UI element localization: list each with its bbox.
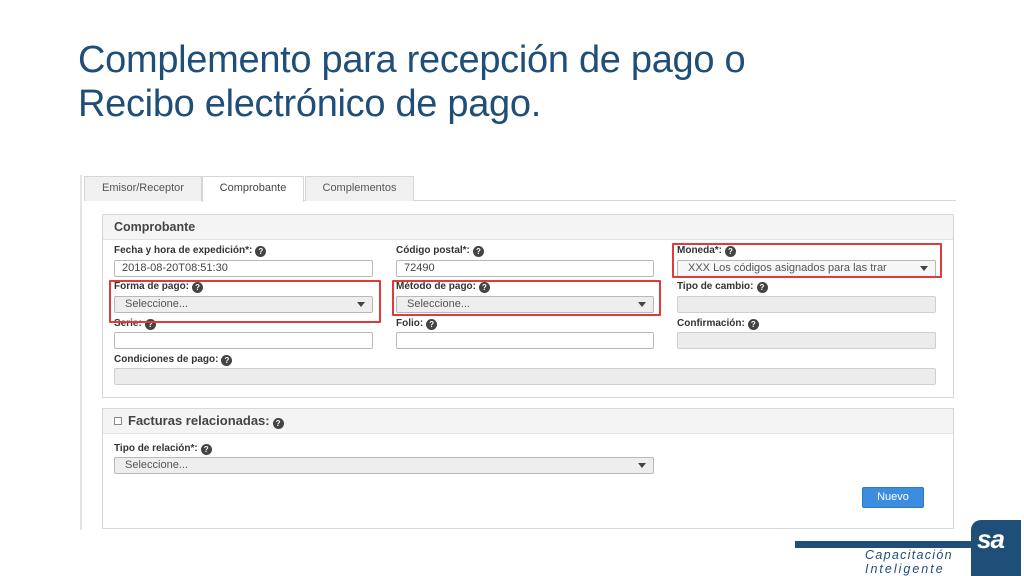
highlight-moneda <box>672 243 942 278</box>
confirmacion-label-text: Confirmación: <box>677 318 745 329</box>
condiciones-label: Condiciones de pago:? <box>114 354 233 366</box>
fecha-label: Fecha y hora de expedición*:? <box>114 245 267 257</box>
cp-input[interactable]: 72490 <box>396 260 654 277</box>
fecha-input[interactable]: 2018-08-20T08:51:30 <box>114 260 373 277</box>
folio-label-text: Folio: <box>396 318 424 329</box>
nuevo-button[interactable]: Nuevo <box>862 487 924 508</box>
tipo-cambio-label-text: Tipo de cambio: <box>677 281 754 292</box>
tipo-relacion-select[interactable]: Seleccione... <box>114 457 654 474</box>
folio-label: Folio:? <box>396 318 438 330</box>
logo-tagline-2: Inteligente <box>865 562 945 576</box>
condiciones-label-text: Condiciones de pago: <box>114 354 219 365</box>
form-screenshot: Emisor/Receptor Comprobante Complementos… <box>80 175 956 530</box>
confirmacion-label: Confirmación:? <box>677 318 759 330</box>
logo-tagline-1: Capacitación <box>865 548 953 562</box>
condiciones-input <box>114 368 936 385</box>
fecha-label-text: Fecha y hora de expedición*: <box>114 245 253 256</box>
tab-bar: Emisor/Receptor Comprobante Complementos <box>84 175 956 202</box>
help-icon[interactable]: ? <box>426 319 438 330</box>
facturas-header-text: Facturas relacionadas: <box>128 413 270 428</box>
tipo-cambio-label: Tipo de cambio:? <box>677 281 768 293</box>
tipo-relacion-label-text: Tipo de relación*: <box>114 443 198 454</box>
chevron-down-icon <box>638 463 646 468</box>
slide-title-line-2: Recibo electrónico de pago. <box>78 83 541 125</box>
tab-emisor-receptor[interactable]: Emisor/Receptor <box>84 176 202 201</box>
highlight-metodo-pago <box>392 280 661 316</box>
help-icon[interactable]: ? <box>756 282 768 293</box>
tab-complementos[interactable]: Complementos <box>305 176 414 201</box>
slide-title-line-1: Complemento para recepción de pago o <box>78 39 746 81</box>
logo-sa-text: sa <box>977 524 1005 554</box>
help-icon[interactable]: ? <box>221 355 233 366</box>
tipo-relacion-label: Tipo de relación*:? <box>114 443 212 455</box>
help-icon[interactable]: ? <box>200 444 212 455</box>
tab-comprobante[interactable]: Comprobante <box>202 176 304 202</box>
help-icon[interactable]: ? <box>472 246 484 257</box>
facturas-panel: Facturas relacionadas:? Tipo de relación… <box>102 408 954 529</box>
facturas-header: Facturas relacionadas:? <box>103 409 953 434</box>
company-logo: ▬▬▬▬▬▬▬▬▬ Capacitación Inteligente sa ® <box>795 520 1024 576</box>
tipo-cambio-input <box>677 296 936 313</box>
comprobante-header: Comprobante <box>103 215 953 240</box>
help-icon[interactable]: ? <box>747 319 759 330</box>
help-icon[interactable]: ? <box>255 246 267 257</box>
facturas-checkbox[interactable] <box>114 417 122 425</box>
slide-title: Complemento para recepción de pago o Rec… <box>78 38 978 126</box>
highlight-forma-pago <box>109 280 381 323</box>
cp-label-text: Código postal*: <box>396 245 470 256</box>
cp-label: Código postal*:? <box>396 245 484 257</box>
confirmacion-input <box>677 332 936 349</box>
logo-registered-mark: ® <box>1009 520 1015 529</box>
tipo-relacion-value: Seleccione... <box>125 459 188 471</box>
serie-input[interactable] <box>114 332 373 349</box>
folio-input[interactable] <box>396 332 654 349</box>
help-icon[interactable]: ? <box>272 418 284 429</box>
